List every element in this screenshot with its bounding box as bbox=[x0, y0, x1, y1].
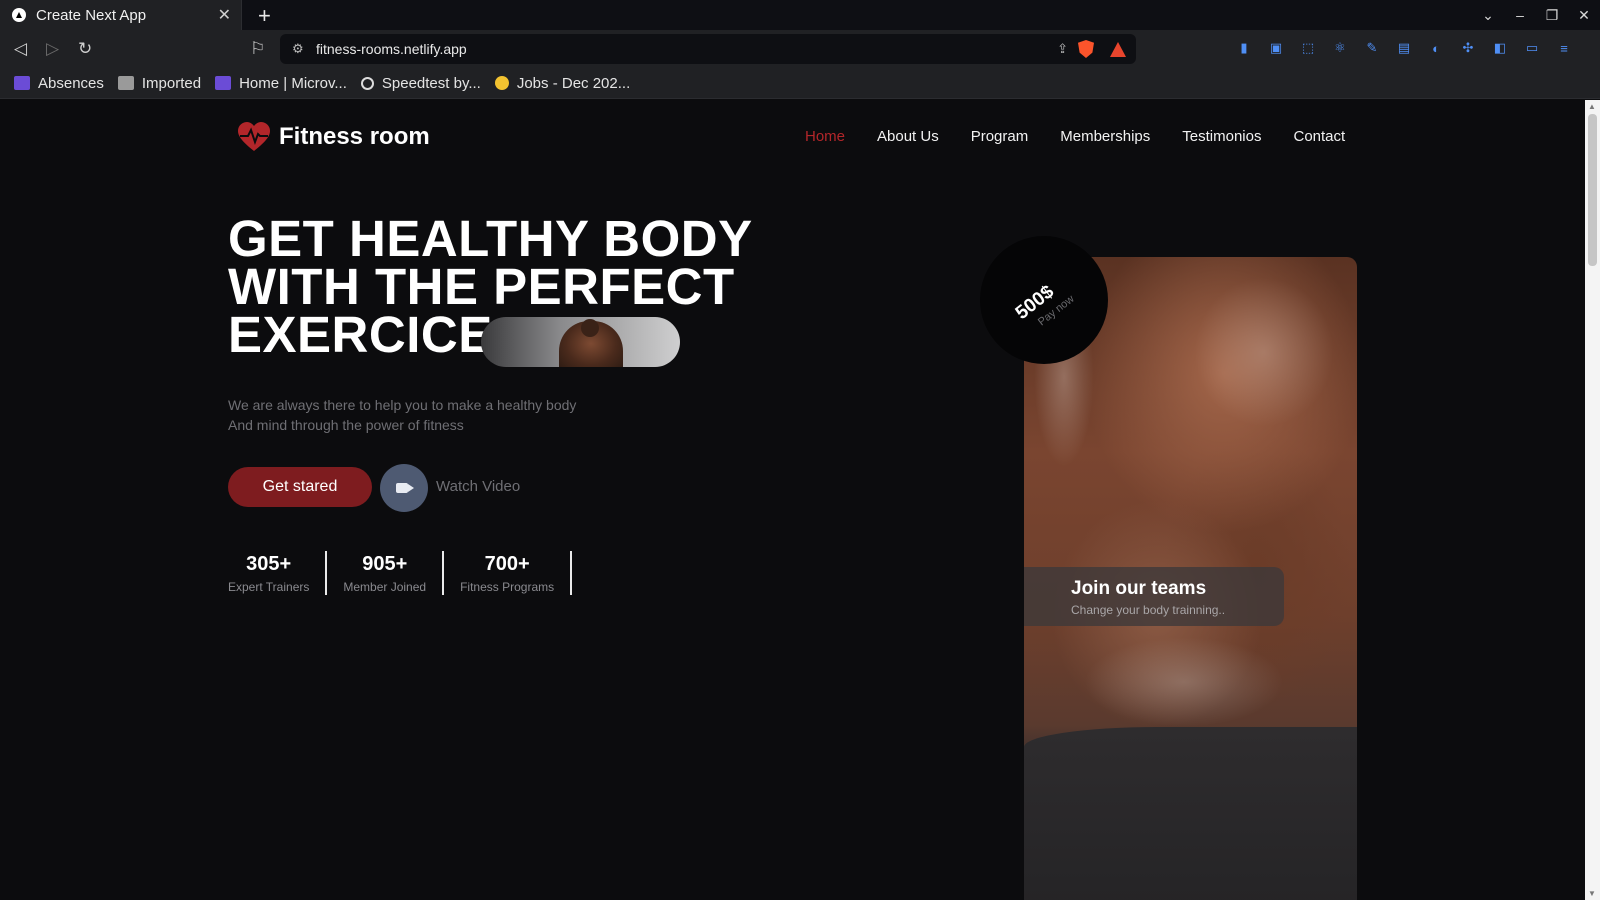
web-page: Fitness room Home About Us Program Membe… bbox=[0, 100, 1585, 900]
stat-value: 905+ bbox=[362, 553, 408, 575]
tab-title: Create Next App bbox=[36, 6, 147, 24]
video-camera-icon bbox=[396, 483, 408, 493]
heartbeat-icon bbox=[238, 122, 270, 152]
menu-icon[interactable]: ≡ bbox=[1554, 38, 1574, 58]
nav-contact[interactable]: Contact bbox=[1293, 128, 1345, 145]
hero-subtext: We are always there to help you to make … bbox=[228, 395, 576, 435]
nav-memberships[interactable]: Memberships bbox=[1060, 128, 1150, 145]
stat-value: 305+ bbox=[246, 553, 292, 575]
scroll-up-icon[interactable]: ▲ bbox=[1588, 102, 1596, 111]
folder-icon bbox=[117, 76, 134, 90]
url-text[interactable]: fitness-rooms.netlify.app bbox=[316, 41, 1057, 57]
wallet-icon[interactable]: ▭ bbox=[1522, 38, 1542, 58]
address-bar[interactable]: ⚙ fitness-rooms.netlify.app ⇪ bbox=[280, 34, 1136, 64]
back-icon[interactable]: ◁ bbox=[14, 39, 27, 59]
brave-shields-icon[interactable] bbox=[1078, 40, 1094, 58]
brave-rewards-icon[interactable] bbox=[1110, 41, 1126, 57]
minimize-icon[interactable]: – bbox=[1504, 7, 1536, 23]
scroll-down-icon[interactable]: ▼ bbox=[1588, 889, 1596, 898]
stat-label: Member Joined bbox=[343, 580, 427, 594]
extension-3-icon[interactable]: ⬚ bbox=[1298, 38, 1318, 58]
join-subtitle: Change your body trainning.. bbox=[1071, 603, 1226, 617]
jobs-icon bbox=[494, 76, 509, 90]
extension-2-icon[interactable]: ▣ bbox=[1266, 38, 1286, 58]
subtext-line: We are always there to help you to make … bbox=[228, 397, 577, 413]
nextjs-favicon-icon bbox=[12, 8, 26, 22]
nav-program[interactable]: Program bbox=[971, 128, 1029, 145]
nav-about-us[interactable]: About Us bbox=[877, 128, 939, 145]
stat-item: 905+ Member Joined bbox=[327, 551, 445, 595]
bookmark-label: Absences bbox=[38, 74, 104, 92]
main-nav: Home About Us Program Memberships Testim… bbox=[805, 128, 1377, 145]
bookmark-label: Jobs - Dec 202... bbox=[516, 74, 631, 92]
copy-extension-icon[interactable]: ▤ bbox=[1394, 38, 1414, 58]
watch-video-link[interactable]: Watch Video bbox=[436, 478, 520, 495]
close-tab-icon[interactable]: ✕ bbox=[218, 5, 231, 25]
page-scrollbar[interactable]: ▲ ▼ bbox=[1585, 100, 1600, 900]
extension-7-icon[interactable]: ◐ bbox=[1426, 38, 1446, 58]
reload-icon[interactable]: ↻ bbox=[78, 39, 92, 59]
nav-testimonios[interactable]: Testimonios bbox=[1182, 128, 1261, 145]
restore-icon[interactable]: ❐ bbox=[1536, 7, 1568, 24]
bookmark-item[interactable]: Speedtest by... bbox=[360, 74, 481, 92]
watch-video-button[interactable] bbox=[380, 464, 428, 512]
brand-logo[interactable]: Fitness room bbox=[238, 122, 430, 152]
sidebar-icon[interactable]: ◧ bbox=[1490, 38, 1510, 58]
react-devtools-icon[interactable]: ⚛ bbox=[1330, 38, 1350, 58]
stat-value: 700+ bbox=[484, 553, 530, 575]
headline-line: WITH THE PERFECT bbox=[228, 258, 735, 315]
new-tab-icon[interactable]: + bbox=[258, 3, 271, 29]
forward-icon[interactable]: ▷ bbox=[46, 39, 59, 59]
bodybuilder-pill-image bbox=[481, 317, 680, 367]
window-controls: ⌄ – ❐ ✕ bbox=[1472, 0, 1600, 30]
bookmark-item[interactable]: Absences bbox=[14, 75, 104, 92]
bookmark-item[interactable]: Jobs - Dec 202... bbox=[494, 74, 631, 92]
bookmark-icon[interactable]: ⚐ bbox=[250, 39, 265, 59]
stat-item: 305+ Expert Trainers bbox=[228, 551, 328, 595]
stat-label: Expert Trainers bbox=[228, 580, 310, 594]
microverse-icon bbox=[215, 76, 232, 90]
stats-row: 305+ Expert Trainers 905+ Member Joined … bbox=[228, 551, 573, 595]
scrollbar-thumb[interactable] bbox=[1588, 114, 1597, 266]
extensions-row: ▮ ▣ ⬚ ⚛ ✎ ▤ ◐ ✣ ◧ ▭ ≡ bbox=[1234, 38, 1574, 58]
microverse-icon bbox=[14, 76, 30, 90]
color-picker-icon[interactable]: ✎ bbox=[1362, 38, 1382, 58]
share-icon[interactable]: ⇪ bbox=[1057, 41, 1068, 57]
puzzle-icon[interactable]: ✣ bbox=[1458, 38, 1478, 58]
get-started-button[interactable]: Get stared bbox=[228, 467, 372, 507]
subtext-line: And mind through the power of fitness bbox=[228, 417, 464, 433]
nav-home[interactable]: Home bbox=[805, 128, 845, 145]
brand-name: Fitness room bbox=[279, 123, 430, 150]
tab-bar: Create Next App ✕ + ⌄ – ❐ ✕ bbox=[0, 0, 1600, 30]
stat-label: Fitness Programs bbox=[460, 580, 555, 594]
price-badge[interactable]: 500$ Pay now bbox=[980, 236, 1108, 364]
join-title: Join our teams bbox=[1071, 578, 1207, 599]
bookmark-item[interactable]: Home | Microv... bbox=[215, 75, 347, 92]
close-window-icon[interactable]: ✕ bbox=[1568, 7, 1600, 24]
extension-1-icon[interactable]: ▮ bbox=[1234, 38, 1254, 58]
tab-list-chevron-icon[interactable]: ⌄ bbox=[1472, 7, 1504, 24]
browser-tab[interactable]: Create Next App ✕ bbox=[0, 0, 242, 30]
bookmark-label: Speedtest by... bbox=[381, 74, 481, 92]
join-teams-card[interactable]: Join our teams Change your body trainnin… bbox=[1024, 567, 1284, 626]
site-info-icon[interactable]: ⚙ bbox=[292, 41, 308, 57]
bookmark-label: Home | Microv... bbox=[239, 74, 347, 92]
stat-item: 700+ Fitness Programs bbox=[444, 551, 573, 595]
headline-line: GET HEALTHY BODY bbox=[228, 210, 753, 267]
bookmark-label: Imported bbox=[141, 74, 202, 92]
bookmarks-bar: Absences Imported Home | Microv... Speed… bbox=[0, 68, 1600, 99]
bookmark-item[interactable]: Imported bbox=[117, 74, 202, 92]
speedtest-icon bbox=[360, 76, 374, 90]
